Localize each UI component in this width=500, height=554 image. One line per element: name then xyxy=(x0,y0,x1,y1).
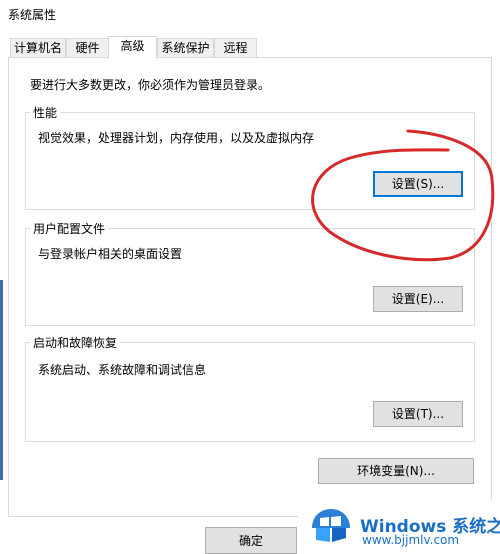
watermark: Windows 系统之家 www.bjjmlv.com xyxy=(298,500,500,554)
performance-description: 视觉效果，处理器计划，内存使用，以及及虚拟内存 xyxy=(38,131,315,145)
startup-recovery-title: 启动和故障恢复 xyxy=(30,334,121,351)
watermark-url: www.bjjmlv.com xyxy=(362,533,460,547)
tab-remote[interactable]: 远程 xyxy=(214,38,257,58)
startup-recovery-description: 系统启动、系统故障和调试信息 xyxy=(38,363,207,377)
windows-logo-icon xyxy=(312,509,350,542)
startup-recovery-settings-button[interactable]: 设置(T)... xyxy=(373,401,463,427)
tab-hardware[interactable]: 硬件 xyxy=(66,38,109,58)
background-window-edge xyxy=(0,280,3,480)
tab-advanced[interactable]: 高级 xyxy=(108,36,157,59)
user-profiles-title: 用户配置文件 xyxy=(30,220,109,237)
admin-note: 要进行大多数更改，你必须作为管理员登录。 xyxy=(30,78,271,92)
user-profiles-settings-button[interactable]: 设置(E)... xyxy=(373,286,463,312)
window-title: 系统属性 xyxy=(8,8,57,22)
tab-strip: 计算机名 硬件 高级 系统保护 远程 xyxy=(0,36,500,59)
performance-group: 性能 视觉效果，处理器计划，内存使用，以及及虚拟内存 设置(S)... xyxy=(25,104,475,210)
performance-settings-button[interactable]: 设置(S)... xyxy=(373,171,463,197)
user-profiles-description: 与登录帐户相关的桌面设置 xyxy=(38,247,183,261)
startup-recovery-group: 启动和故障恢复 系统启动、系统故障和调试信息 设置(T)... xyxy=(25,334,475,442)
tab-system-protection[interactable]: 系统保护 xyxy=(157,38,214,58)
title-bar: 系统属性 xyxy=(0,0,500,28)
environment-variables-button[interactable]: 环境变量(N)... xyxy=(318,458,474,484)
ok-button[interactable]: 确定 xyxy=(205,527,297,554)
tab-computer-name[interactable]: 计算机名 xyxy=(10,38,66,58)
user-profiles-group: 用户配置文件 与登录帐户相关的桌面设置 设置(E)... xyxy=(25,220,475,326)
performance-title: 性能 xyxy=(30,104,61,121)
